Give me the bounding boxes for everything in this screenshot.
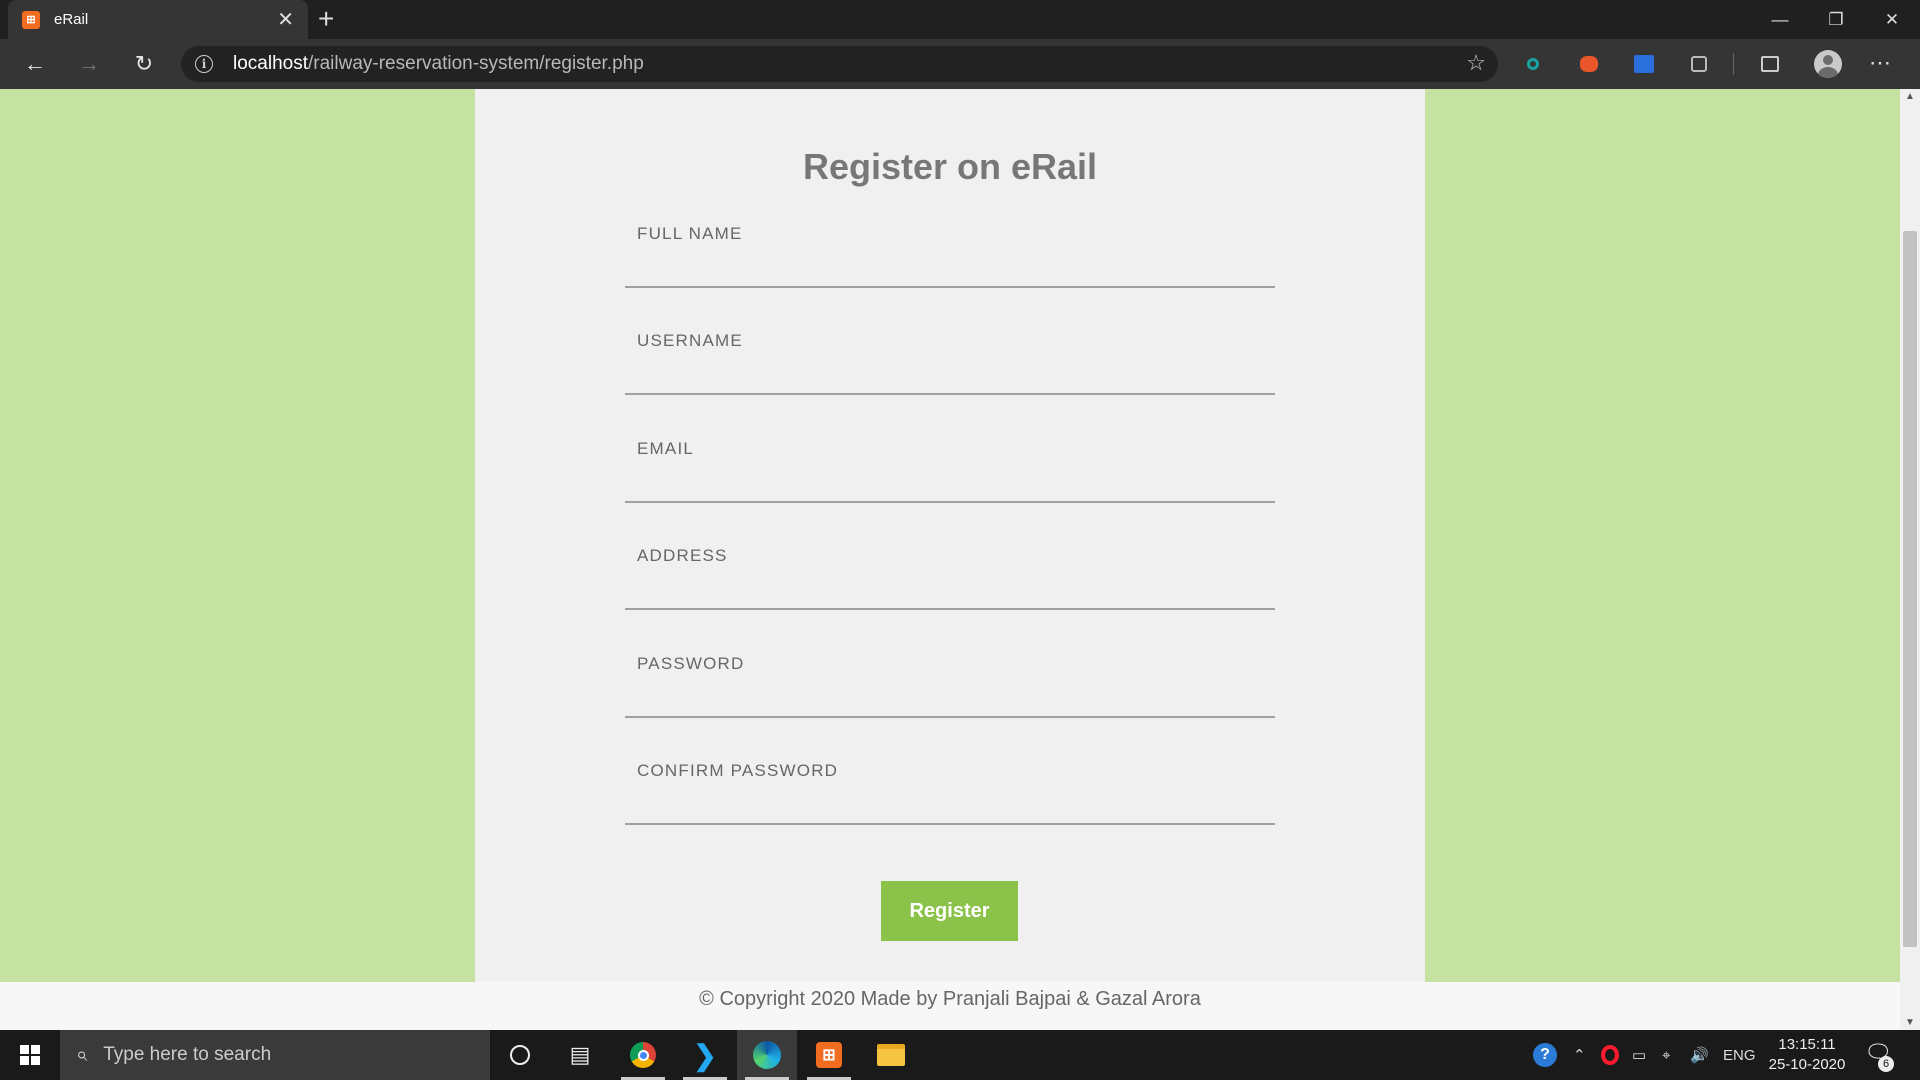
username-field[interactable]: USERNAME [625, 325, 1275, 395]
forward-arrow-icon[interactable]: → [72, 48, 106, 80]
windows-logo-icon [20, 1045, 40, 1065]
email-input[interactable] [637, 463, 1257, 497]
register-button[interactable]: Register [881, 881, 1018, 941]
browser-toolbar: ← → ↻ i localhost/railway-reservation-sy… [0, 39, 1920, 89]
confirm-password-input[interactable] [637, 785, 1257, 819]
url-host: localhost [233, 53, 308, 74]
password-label: PASSWORD [637, 654, 745, 673]
battery-icon[interactable]: ▭ [1632, 1030, 1646, 1080]
back-arrow-icon[interactable]: ← [18, 48, 52, 80]
help-icon[interactable]: ? [1533, 1030, 1557, 1080]
page-title: Register on eRail [802, 146, 1098, 187]
scroll-up-icon[interactable]: ▲ [1900, 91, 1920, 102]
password-input[interactable] [637, 678, 1257, 712]
windows-taskbar: ⌕ Type here to search ▤ ❯ ⊞ ? ⌃ ▭ ⌖ 🔊 EN… [0, 1030, 1920, 1080]
full-name-label: FULL NAME [637, 224, 743, 243]
new-tab-icon[interactable]: + [318, 5, 334, 33]
show-hidden-icons-chevron-icon[interactable]: ⌃ [1573, 1030, 1586, 1080]
address-input[interactable] [637, 570, 1257, 604]
start-button[interactable] [0, 1030, 60, 1080]
password-field[interactable]: PASSWORD [625, 648, 1275, 718]
page-viewport: Register on eRail FULL NAME USERNAME EMA… [0, 89, 1900, 1030]
browser-tab-bar: ⊞ eRail ✕ + — ❐ ✕ [0, 0, 1920, 39]
scroll-down-icon[interactable]: ▼ [1900, 1017, 1920, 1028]
language-indicator[interactable]: ENG [1723, 1030, 1756, 1080]
confirm-password-field[interactable]: CONFIRM PASSWORD [625, 755, 1275, 825]
xampp-icon[interactable]: ⊞ [799, 1030, 859, 1080]
vscode-icon[interactable]: ❯ [675, 1030, 735, 1080]
username-label: USERNAME [637, 331, 743, 350]
screen-capture-icon[interactable] [1686, 51, 1712, 77]
close-window-icon[interactable]: ✕ [1864, 0, 1920, 39]
copyright-footer: © Copyright 2020 Made by Pranjali Bajpai… [0, 982, 1900, 1030]
refresh-icon[interactable]: ↻ [127, 48, 161, 80]
more-options-icon[interactable]: ⋯ [1869, 50, 1892, 76]
system-clock[interactable]: 13:15:11 25-10-2020 [1762, 1035, 1852, 1075]
address-bar[interactable]: i localhost/railway-reservation-system/r… [181, 46, 1498, 82]
username-input[interactable] [637, 355, 1257, 389]
address-field[interactable]: ADDRESS [625, 540, 1275, 610]
tab-title: eRail [54, 11, 89, 28]
close-tab-icon[interactable]: ✕ [277, 10, 294, 30]
restore-icon[interactable]: ❐ [1808, 0, 1864, 39]
extension-colorful-icon[interactable] [1576, 51, 1602, 77]
url-path: /railway-reservation-system/register.php [308, 53, 644, 74]
info-icon[interactable]: i [195, 55, 213, 73]
wifi-icon[interactable]: ⌖ [1662, 1030, 1670, 1080]
browser-tab[interactable]: ⊞ eRail ✕ [8, 0, 308, 39]
address-label: ADDRESS [637, 546, 728, 565]
notification-count-badge: 6 [1878, 1056, 1894, 1072]
xampp-favicon-icon: ⊞ [22, 10, 40, 29]
collections-icon[interactable] [1757, 51, 1783, 77]
extension-blue-icon[interactable] [1631, 51, 1657, 77]
favorite-star-icon[interactable]: ☆ [1466, 50, 1486, 76]
edge-icon[interactable] [737, 1030, 797, 1080]
search-icon: ⌕ [76, 1043, 88, 1066]
cortana-icon[interactable] [490, 1030, 550, 1080]
chrome-icon[interactable] [613, 1030, 673, 1080]
toolbar-separator [1733, 53, 1734, 75]
file-explorer-icon[interactable] [861, 1030, 921, 1080]
taskbar-search[interactable]: ⌕ Type here to search [60, 1030, 490, 1080]
task-view-icon[interactable]: ▤ [550, 1030, 610, 1080]
register-card: Register on eRail FULL NAME USERNAME EMA… [475, 89, 1425, 982]
extension-teal-icon[interactable] [1520, 51, 1546, 77]
clock-date: 25-10-2020 [1768, 1056, 1846, 1073]
volume-icon[interactable]: 🔊 [1690, 1030, 1709, 1080]
profile-avatar[interactable] [1814, 50, 1842, 78]
minimize-icon[interactable]: — [1752, 0, 1808, 39]
search-placeholder: Type here to search [103, 1044, 272, 1065]
full-name-input[interactable] [637, 248, 1257, 282]
email-field[interactable]: EMAIL [625, 433, 1275, 503]
confirm-password-label: CONFIRM PASSWORD [637, 761, 839, 780]
full-name-field[interactable]: FULL NAME [625, 218, 1275, 288]
scrollbar-thumb[interactable] [1903, 231, 1917, 947]
email-label: EMAIL [637, 439, 695, 458]
window-controls: — ❐ ✕ [1752, 0, 1920, 39]
opera-icon[interactable] [1601, 1030, 1619, 1080]
clock-time: 13:15:11 [1778, 1036, 1836, 1053]
page-scrollbar[interactable]: ▲ ▼ [1900, 89, 1920, 1030]
